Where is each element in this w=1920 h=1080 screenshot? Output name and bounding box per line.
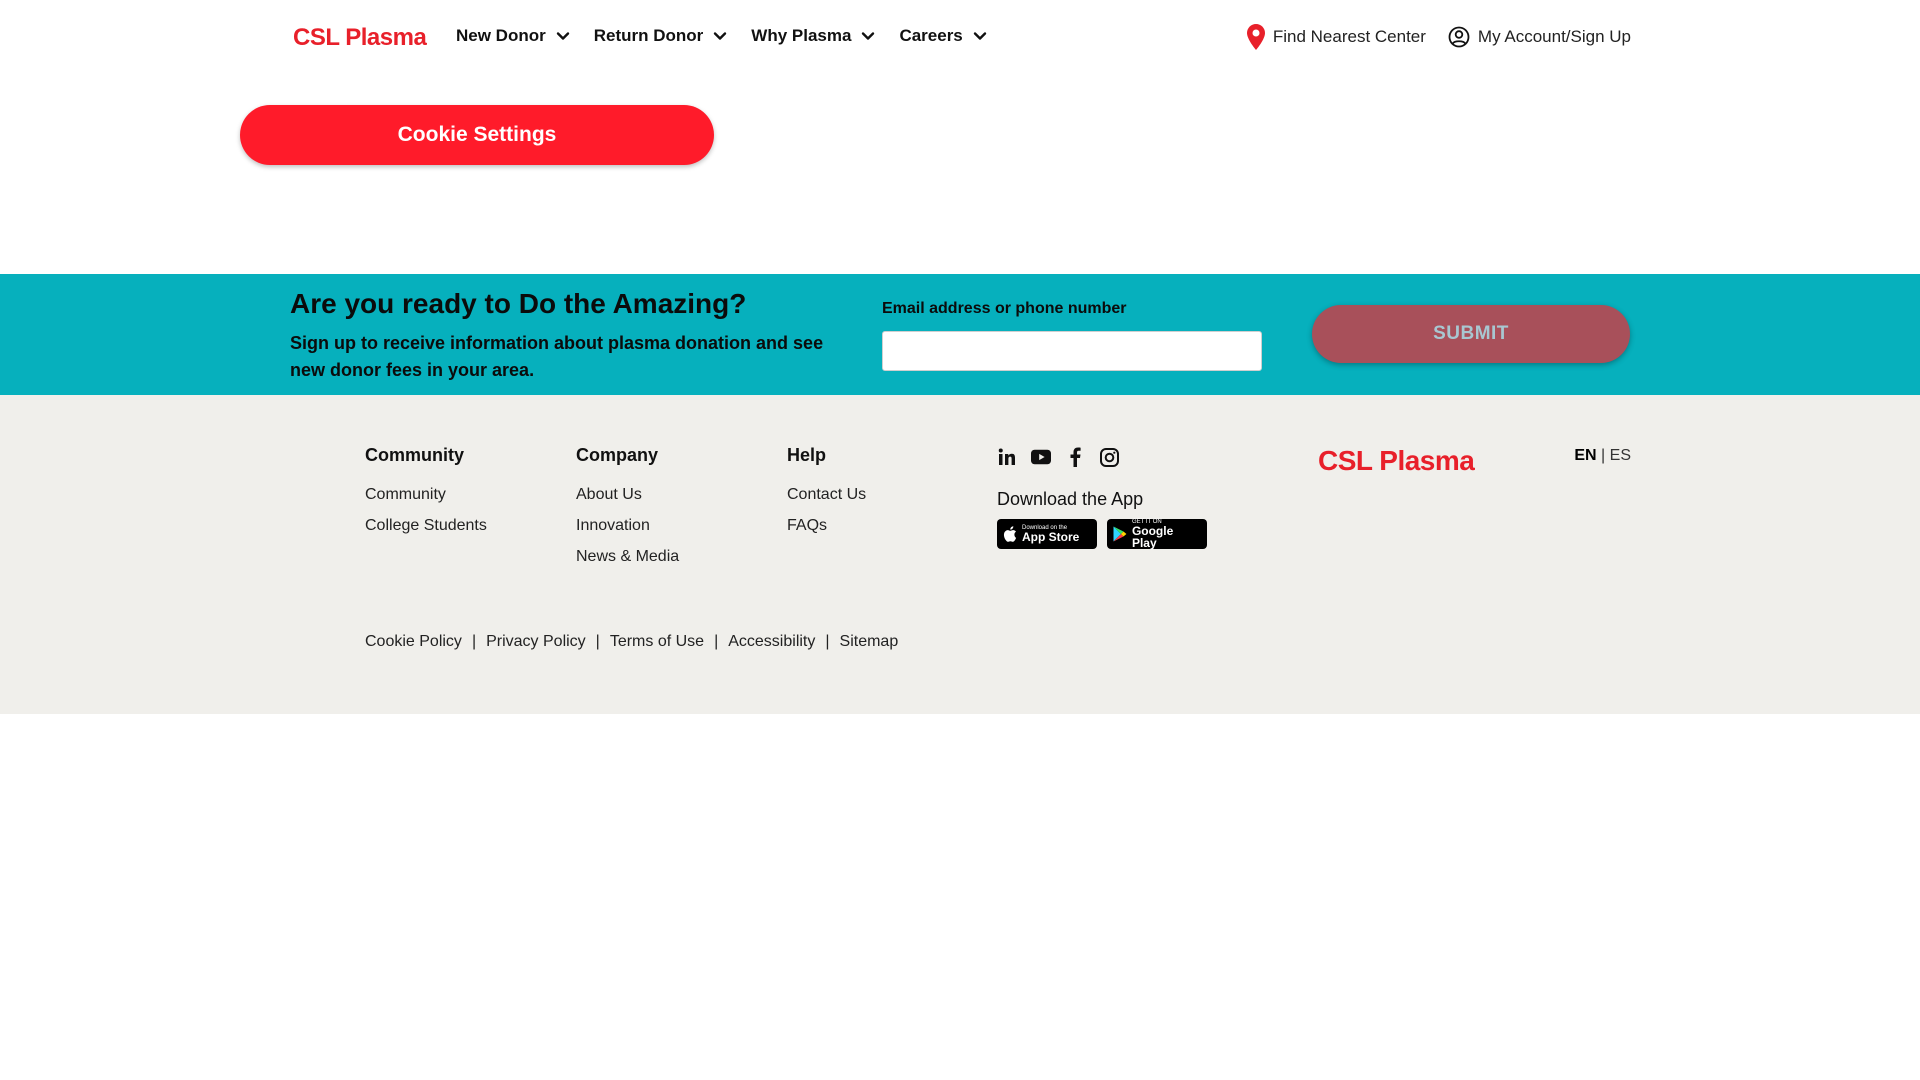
nav-return-donor-label: Return Donor xyxy=(593,26,704,45)
footer-link-news-media[interactable]: News & Media xyxy=(576,548,679,566)
footer-column-community: Community Community College Students xyxy=(365,445,487,548)
app-store-badge-big: App Store xyxy=(1022,530,1080,544)
email-field[interactable] xyxy=(882,331,1262,371)
social-links xyxy=(997,447,1119,467)
legal-link-terms-of-use[interactable]: Terms of Use xyxy=(610,633,704,651)
footer-link-community[interactable]: Community xyxy=(365,486,487,504)
nav-new-donor[interactable]: New Donor xyxy=(456,26,570,46)
footer-link-college-students[interactable]: College Students xyxy=(365,517,487,535)
footer-column-company: Company About Us Innovation News & Media xyxy=(576,445,679,579)
footer-column-title: Company xyxy=(576,445,659,465)
google-play-badge-text: GET IT ON Google Play xyxy=(1132,519,1201,549)
utility-links: Find Nearest Center My Account/Sign Up xyxy=(1246,24,1631,50)
footer-link-about-us[interactable]: About Us xyxy=(576,486,679,504)
chevron-down-icon xyxy=(556,32,569,40)
csl-plasma-logo[interactable]: CSL Plasma xyxy=(293,24,427,52)
footer-link-contact-us[interactable]: Contact Us xyxy=(787,486,866,504)
nav-new-donor-label: New Donor xyxy=(456,26,546,45)
google-play-badge-big: Google Play xyxy=(1131,524,1174,550)
chevron-down-icon xyxy=(862,32,875,40)
find-nearest-center-link[interactable]: Find Nearest Center xyxy=(1246,24,1426,50)
footer-csl-plasma-logo[interactable]: CSL Plasma xyxy=(1318,445,1475,477)
legal-separator: | xyxy=(714,633,719,650)
location-pin-icon xyxy=(1246,24,1265,50)
site-header: CSL Plasma New Donor Return Donor Why Pl… xyxy=(0,0,1920,80)
my-account-link[interactable]: My Account/Sign Up xyxy=(1448,26,1631,48)
chevron-down-icon xyxy=(714,32,727,40)
language-switcher: EN | ES xyxy=(1574,447,1631,465)
signup-title: Are you ready to Do the Amazing? xyxy=(290,288,747,319)
find-nearest-center-label: Find Nearest Center xyxy=(1272,27,1426,46)
legal-links: Cookie Policy | Privacy Policy | Terms o… xyxy=(365,633,898,651)
site-footer: Community Community College Students Com… xyxy=(0,395,1920,714)
google-play-icon xyxy=(1113,526,1127,542)
legal-link-privacy-policy[interactable]: Privacy Policy xyxy=(486,633,586,651)
chevron-down-icon xyxy=(973,32,986,40)
nav-careers-label: Careers xyxy=(899,26,963,45)
download-app-title: Download the App xyxy=(997,489,1144,509)
language-es[interactable]: ES xyxy=(1610,447,1631,464)
footer-link-faqs[interactable]: FAQs xyxy=(787,517,866,535)
language-separator: | xyxy=(1601,447,1606,464)
user-account-icon xyxy=(1448,26,1470,48)
nav-why-plasma-label: Why Plasma xyxy=(751,26,852,45)
legal-link-sitemap[interactable]: Sitemap xyxy=(840,633,899,651)
legal-link-accessibility[interactable]: Accessibility xyxy=(728,633,815,651)
legal-separator: | xyxy=(595,633,600,650)
footer-link-innovation[interactable]: Innovation xyxy=(576,517,679,535)
app-store-badge-text: Download on the App Store xyxy=(1022,525,1079,543)
email-field-label: Email address or phone number xyxy=(882,300,1127,317)
signup-subtitle: Sign up to receive information about pla… xyxy=(290,333,824,380)
apple-icon xyxy=(1003,526,1017,542)
nav-why-plasma[interactable]: Why Plasma xyxy=(751,26,875,46)
main-nav: New Donor Return Donor Why Plasma Career… xyxy=(456,26,1011,46)
legal-separator: | xyxy=(825,633,830,650)
my-account-label: My Account/Sign Up xyxy=(1477,27,1631,46)
linkedin-icon[interactable] xyxy=(997,447,1017,467)
youtube-icon[interactable] xyxy=(1031,447,1051,467)
footer-column-title: Community xyxy=(365,445,464,465)
legal-link-cookie-policy[interactable]: Cookie Policy xyxy=(365,633,462,651)
signup-band: Are you ready to Do the Amazing? Sign up… xyxy=(0,274,1920,395)
cookie-settings-button[interactable]: Cookie Settings xyxy=(240,105,714,165)
nav-careers[interactable]: Careers xyxy=(899,26,986,46)
footer-column-title: Help xyxy=(787,445,827,465)
app-badges: Download on the App Store GET IT ON Goog… xyxy=(997,519,1207,549)
language-en[interactable]: EN xyxy=(1574,447,1596,464)
footer-column-help: Help Contact Us FAQs xyxy=(787,445,866,548)
legal-separator: | xyxy=(471,633,477,650)
nav-return-donor[interactable]: Return Donor xyxy=(594,26,728,46)
submit-button[interactable]: SUBMIT xyxy=(1312,305,1630,363)
app-store-badge[interactable]: Download on the App Store xyxy=(997,519,1097,549)
facebook-icon[interactable] xyxy=(1065,447,1085,467)
google-play-badge[interactable]: GET IT ON Google Play xyxy=(1107,519,1207,549)
instagram-icon[interactable] xyxy=(1099,447,1119,467)
